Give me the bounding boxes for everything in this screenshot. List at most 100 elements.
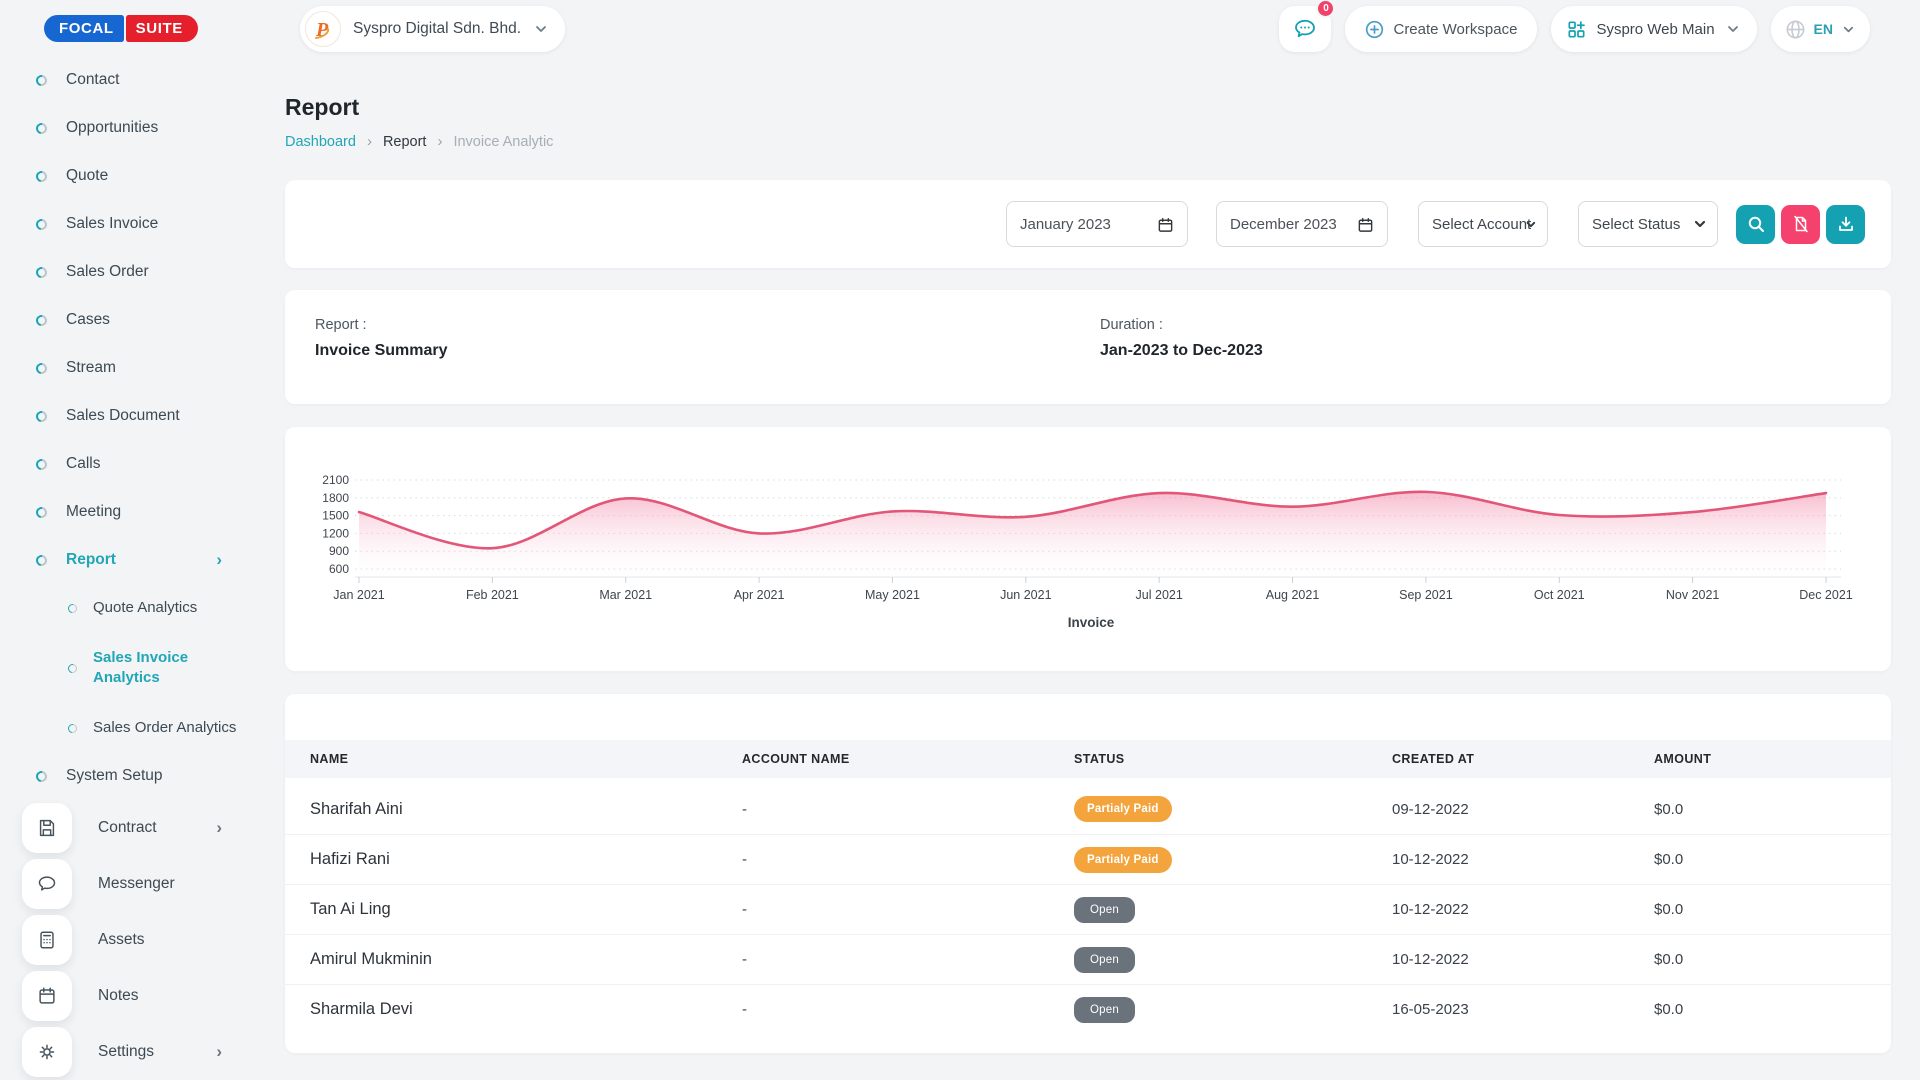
svg-text:Oct 2021: Oct 2021 (1534, 588, 1585, 602)
table-row[interactable]: Hafizi Rani-Partialy Paid10-12-2022$0.0 (285, 834, 1891, 884)
sidebar-subitem-sales-order-analytics[interactable]: Sales Order Analytics (0, 704, 262, 752)
invoice-chart-card: 6009001200150018002100Jan 2021Feb 2021Ma… (285, 427, 1891, 671)
focal-suite-logo[interactable]: FOCAL SUITE (44, 15, 198, 42)
bullet-icon (34, 312, 49, 327)
icon-card (22, 859, 72, 909)
sidebar-item-notes[interactable]: Notes (0, 968, 262, 1024)
workspace-selector[interactable]: P Syspro Digital Sdn. Bhd. (300, 6, 565, 52)
sidebar-item-label: Calls (66, 455, 100, 473)
grid-plus-icon (1567, 20, 1586, 39)
cell-account: - (742, 901, 1074, 918)
sidebar-item-label: Opportunities (66, 119, 158, 137)
sidebar-item-sales-order[interactable]: Sales Order (0, 248, 262, 296)
bullet-icon (34, 216, 49, 231)
sidebar-item-meeting[interactable]: Meeting (0, 488, 262, 536)
column-header-amount: AMOUNT (1654, 752, 1891, 766)
sidebar-item-label: Messenger (98, 875, 175, 893)
language-selector[interactable]: EN (1771, 6, 1870, 52)
table-row[interactable]: Amirul Mukminin-Open10-12-2022$0.0 (285, 934, 1891, 984)
svg-text:Sep 2021: Sep 2021 (1399, 588, 1453, 602)
topbar-actions: 0 Create Workspace Syspro Web Main EN (1279, 6, 1870, 52)
sidebar-item-label: Sales Order (66, 263, 149, 281)
report-summary: Report : Invoice Summary Duration : Jan-… (285, 290, 1891, 404)
calendar-icon (36, 985, 58, 1007)
sidebar-item-contract[interactable]: Contract› (0, 800, 262, 856)
logo-suite: SUITE (126, 15, 198, 42)
sidebar-item-opportunities[interactable]: Opportunities (0, 104, 262, 152)
sidebar-item-label: Settings (98, 1043, 154, 1061)
cell-status: Open (1074, 997, 1392, 1023)
status-select-value: Select Status (1592, 216, 1680, 233)
start-month-value: January 2023 (1020, 216, 1111, 233)
sidebar-item-calls[interactable]: Calls (0, 440, 262, 488)
cell-name: Amirul Mukminin (310, 950, 742, 969)
globe-icon (1785, 19, 1806, 40)
sidebar-item-settings[interactable]: Settings › (0, 1024, 262, 1080)
svg-text:Jul 2021: Jul 2021 (1136, 588, 1183, 602)
clear-filter-button[interactable] (1781, 205, 1820, 244)
app-switcher[interactable]: Syspro Web Main (1551, 6, 1756, 52)
create-workspace-button[interactable]: Create Workspace (1345, 6, 1537, 52)
chevron-down-icon (1693, 217, 1707, 231)
chevron-down-icon (533, 21, 549, 37)
svg-text:600: 600 (329, 562, 349, 576)
cell-name: Sharmila Devi (310, 1000, 742, 1019)
calendar-icon (1157, 216, 1174, 233)
sidebar-item-messenger[interactable]: Messenger (0, 856, 262, 912)
bullet-icon (34, 552, 49, 567)
sidebar-item-cases[interactable]: Cases (0, 296, 262, 344)
bullet-icon (66, 602, 79, 615)
breadcrumb-report[interactable]: Report (383, 134, 427, 150)
report-label: Report : (315, 317, 1861, 333)
chevron-down-icon (1841, 22, 1856, 37)
sidebar-item-label: Stream (66, 359, 116, 377)
cell-status: Open (1074, 897, 1392, 923)
account-select[interactable]: Select Account (1418, 201, 1548, 247)
sidebar-item-sales-invoice[interactable]: Sales Invoice (0, 200, 262, 248)
unread-count-badge: 0 (1316, 0, 1335, 18)
svg-text:Mar 2021: Mar 2021 (599, 588, 652, 602)
breadcrumb-dashboard[interactable]: Dashboard (285, 134, 356, 150)
column-header-created-at: CREATED AT (1392, 752, 1654, 766)
bullet-icon (34, 72, 49, 87)
invoice-table-card: NAMEACCOUNT NAMESTATUSCREATED ATAMOUNT S… (285, 694, 1891, 1053)
search-button[interactable] (1736, 205, 1775, 244)
sidebar-item-report[interactable]: Report› (0, 536, 262, 584)
sidebar-subitem-sales-invoice-analytics[interactable]: Sales Invoice Analytics (0, 632, 262, 704)
end-month-input[interactable]: December 2023 (1216, 201, 1388, 247)
sidebar-item-contact[interactable]: Contact (0, 56, 262, 104)
column-header-account-name: ACCOUNT NAME (742, 752, 1074, 766)
breadcrumb-separator: › (437, 133, 442, 150)
start-month-input[interactable]: January 2023 (1006, 201, 1188, 247)
sidebar-item-label: Notes (98, 987, 139, 1005)
status-badge: Partialy Paid (1074, 847, 1172, 873)
chevron-right-icon: › (216, 550, 222, 570)
status-select[interactable]: Select Status (1578, 201, 1718, 247)
table-row[interactable]: Tan Ai Ling-Open10-12-2022$0.0 (285, 884, 1891, 934)
table-row[interactable]: Sharmila Devi-Open16-05-2023$0.0 (285, 984, 1891, 1034)
breadcrumb-invoice-analytic: Invoice Analytic (453, 134, 553, 150)
download-button[interactable] (1826, 205, 1865, 244)
messages-button[interactable]: 0 (1279, 6, 1331, 52)
chevron-right-icon: › (216, 818, 222, 838)
svg-text:Jan 2021: Jan 2021 (333, 588, 384, 602)
table-row[interactable]: Sharifah Aini-Partialy Paid09-12-2022$0.… (285, 784, 1891, 834)
sidebar-item-sales-document[interactable]: Sales Document (0, 392, 262, 440)
gear-icon (36, 1041, 58, 1063)
chevron-right-icon: › (216, 1042, 222, 1062)
sidebar-item-label: Assets (98, 931, 145, 949)
duration-value: Jan-2023 to Dec-2023 (1100, 342, 1263, 360)
cell-amount: $0.0 (1654, 901, 1891, 918)
sidebar-subitem-quote-analytics[interactable]: Quote Analytics (0, 584, 262, 632)
column-header-name: NAME (310, 752, 742, 766)
sidebar-item-stream[interactable]: Stream (0, 344, 262, 392)
icon-card (22, 971, 72, 1021)
sidebar-item-system-setup[interactable]: System Setup (0, 752, 262, 800)
bullet-icon (34, 120, 49, 135)
sidebar-item-assets[interactable]: Assets (0, 912, 262, 968)
account-select-value: Select Account (1432, 216, 1531, 233)
cell-status: Open (1074, 947, 1392, 973)
svg-text:Dec 2021: Dec 2021 (1799, 588, 1853, 602)
cell-created: 10-12-2022 (1392, 901, 1654, 918)
sidebar-item-quote[interactable]: Quote (0, 152, 262, 200)
